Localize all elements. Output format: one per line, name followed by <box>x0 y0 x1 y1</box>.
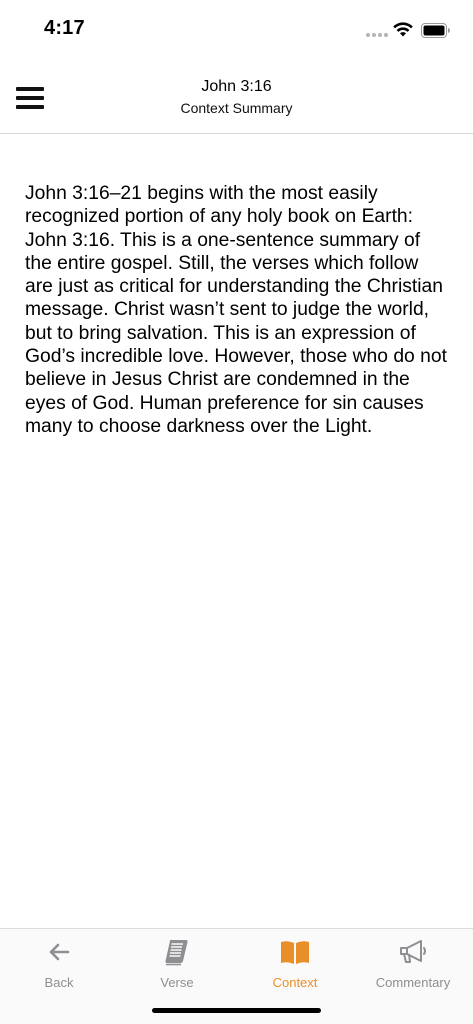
open-book-icon <box>281 941 309 964</box>
book-icon <box>165 940 188 966</box>
home-indicator <box>152 1008 321 1013</box>
status-bar: 4:17 <box>0 0 473 60</box>
tab-verse[interactable]: Verse <box>118 937 236 997</box>
cellular-signal-icon <box>366 33 388 37</box>
tab-back[interactable]: Back <box>0 937 118 997</box>
page-subtitle: Context Summary <box>180 100 293 116</box>
battery-icon <box>421 23 450 38</box>
status-time: 4:17 <box>44 17 85 39</box>
tab-label: Back <box>44 975 74 990</box>
tab-label: Context <box>272 975 318 990</box>
tab-commentary[interactable]: Commentary <box>354 937 472 997</box>
wifi-icon <box>393 22 413 37</box>
arrow-left-icon <box>49 943 70 961</box>
megaphone-icon <box>400 940 426 963</box>
tab-context[interactable]: Context <box>236 937 354 997</box>
page-title: John 3:16 <box>201 78 272 95</box>
tab-label: Commentary <box>375 975 451 990</box>
context-summary-text: John 3:16–21 begins with the most easily… <box>25 183 447 437</box>
tab-label: Verse <box>160 975 194 990</box>
navigation-header: John 3:16 Context Summary <box>0 60 473 134</box>
